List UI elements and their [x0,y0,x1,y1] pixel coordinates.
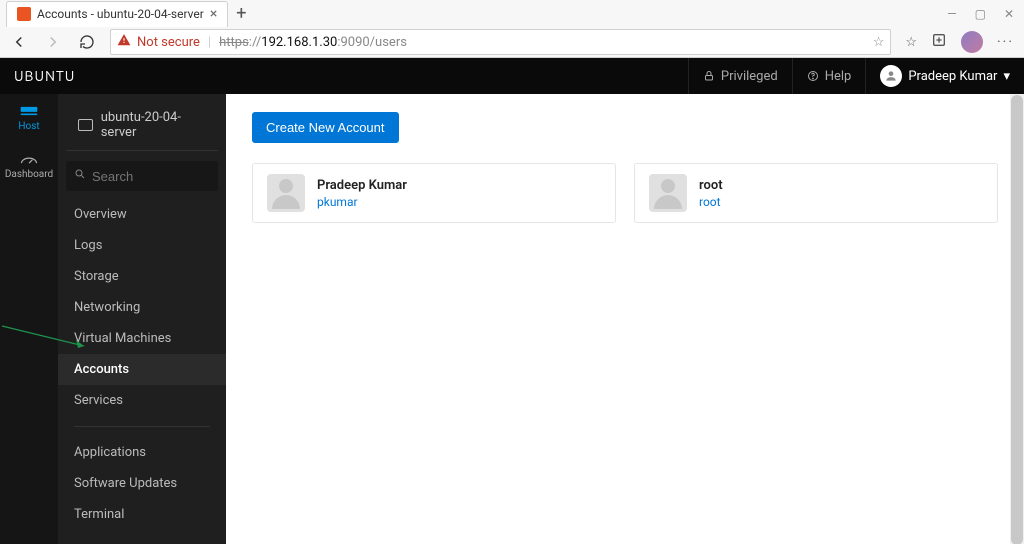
browser-tab[interactable]: Accounts - ubuntu-20-04-server × [6,1,228,27]
sidebar-item-overview[interactable]: Overview [58,199,226,230]
window-controls: — ▢ ✕ [947,7,1024,21]
rail-item-host[interactable]: Host [0,94,58,142]
sidebar-host-label: ubuntu-20-04-server [101,110,206,140]
rail-item-dashboard[interactable]: Dashboard [0,142,58,190]
privileged-toggle[interactable]: Privileged [688,58,792,94]
account-card[interactable]: Pradeep Kumar pkumar [252,163,616,223]
tab-title: Accounts - ubuntu-20-04-server [37,7,204,21]
browser-tool-icons: ☆ ··· [903,31,1016,53]
help-button[interactable]: Help [792,58,866,94]
sidebar-item-services[interactable]: Services [58,385,226,416]
browser-chrome: Accounts - ubuntu-20-04-server × + — ▢ ✕… [0,0,1024,58]
maximize-icon[interactable]: ▢ [975,7,986,21]
security-indicator[interactable]: Not secure [117,33,200,51]
sidebar-item-software-updates[interactable]: Software Updates [58,468,226,499]
user-menu[interactable]: Pradeep Kumar ▾ [865,58,1024,94]
sidebar-item-accounts[interactable]: Accounts [58,354,226,385]
account-avatar-icon [649,174,687,212]
tab-favicon-icon [17,7,31,21]
chevron-down-icon: ▾ [1003,69,1010,84]
account-name: Pradeep Kumar [317,178,407,193]
left-rail: Host Dashboard [0,94,58,544]
account-grid: Pradeep Kumar pkumar root root [252,163,998,223]
help-label: Help [825,69,852,84]
brand-label: UBUNTU [14,68,75,84]
host-icon [19,104,39,118]
not-secure-label: Not secure [137,35,200,50]
tab-strip: Accounts - ubuntu-20-04-server × + — ▢ ✕ [0,0,1024,28]
lock-icon [703,70,715,82]
profile-avatar-icon[interactable] [961,31,983,53]
address-row: Not secure | https://192.168.1.30:9090/u… [0,28,1024,57]
warning-icon [117,33,131,51]
sidebar-search[interactable] [66,161,218,191]
sidebar-item-terminal[interactable]: Terminal [58,499,226,530]
account-name: root [699,178,723,193]
search-input[interactable] [92,169,210,184]
account-username[interactable]: pkumar [317,195,407,209]
sidebar: ubuntu-20-04-server OverviewLogsStorageN… [58,94,226,544]
main-area: Host Dashboard ubuntu-20-04-server Overv… [0,94,1024,544]
user-avatar-icon [880,65,902,87]
scrollbar[interactable] [1010,94,1024,544]
create-account-button[interactable]: Create New Account [252,112,399,143]
url-text: https://192.168.1.30:9090/users [219,35,407,50]
separator: | [208,35,211,50]
favorite-star-icon[interactable]: ☆ [873,35,885,50]
sidebar-item-storage[interactable]: Storage [58,261,226,292]
more-options-icon[interactable]: ··· [997,34,1014,50]
refresh-button[interactable] [76,31,98,53]
minimize-icon[interactable]: — [947,7,956,21]
rail-host-label: Host [18,121,39,132]
user-name-label: Pradeep Kumar [908,69,997,84]
search-icon [74,168,86,184]
sidebar-item-networking[interactable]: Networking [58,292,226,323]
close-window-icon[interactable]: ✕ [1004,7,1014,21]
header-right: Privileged Help Pradeep Kumar ▾ [688,58,1024,94]
sidebar-item-logs[interactable]: Logs [58,230,226,261]
address-bar[interactable]: Not secure | https://192.168.1.30:9090/u… [110,29,891,55]
sidebar-divider [74,426,210,427]
privileged-label: Privileged [721,69,778,84]
sidebar-host[interactable]: ubuntu-20-04-server [66,100,218,151]
server-icon [78,119,93,131]
dashboard-icon [19,152,39,166]
content-area: Create New Account Pradeep Kumar pkumar ro… [226,94,1024,544]
forward-button[interactable] [42,31,64,53]
rail-dashboard-label: Dashboard [5,169,53,180]
collections-icon[interactable] [931,32,947,52]
account-avatar-icon [267,174,305,212]
account-username[interactable]: root [699,195,723,209]
account-card[interactable]: root root [634,163,998,223]
sidebar-item-applications[interactable]: Applications [58,437,226,468]
back-button[interactable] [8,31,30,53]
app-header: UBUNTU Privileged Help Pradeep Kumar ▾ [0,58,1024,94]
help-icon [807,70,819,82]
close-tab-icon[interactable]: × [210,6,217,22]
favorites-icon[interactable]: ☆ [905,35,917,50]
sidebar-item-virtual-machines[interactable]: Virtual Machines [58,323,226,354]
new-tab-button[interactable]: + [228,1,254,27]
